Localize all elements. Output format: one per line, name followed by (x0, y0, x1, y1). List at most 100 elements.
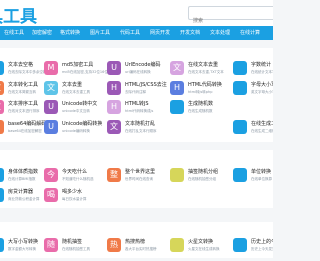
tool-desc: 在线文本去重,TXT文本 (188, 70, 224, 74)
tool-desc: 在线单位换算 (251, 177, 272, 181)
tool-desc: html转js转php (188, 90, 213, 94)
tool-title: 今天吃什么 (62, 169, 88, 175)
tool-icon: H (170, 81, 184, 95)
tool-desc: html代码转换成js (125, 109, 154, 113)
tool-icon: U (44, 100, 58, 114)
tool-icon (233, 168, 247, 182)
tool-card[interactable]: 单位转换在线单位换算 (233, 168, 273, 191)
tool-title: Unicode转中文 (62, 101, 98, 107)
tool-title: 字母大小写转换 (251, 82, 273, 88)
header: 具工具 (0, 0, 273, 27)
tool-desc: 去除代码注释 (125, 90, 146, 94)
tool-icon (0, 188, 4, 202)
tool-title: 火星文转换 (188, 239, 214, 245)
tool-icon (0, 238, 4, 252)
tool-icon: 热 (107, 238, 121, 252)
tool-icon: 今 (44, 168, 58, 182)
tool-title: 整个世界这里 (125, 169, 156, 175)
tool-title: 热搜热榜 (125, 239, 146, 245)
tool-title: 在线生成二维码 (251, 121, 273, 127)
tool-desc: 英文字母大小写在线转换 (251, 90, 273, 94)
tool-desc: 在线生成随机数 (188, 109, 213, 113)
tool-icon: 文 (0, 100, 4, 114)
tool-icon (0, 168, 4, 182)
tool-card[interactable]: U Unicode编码转换 unicode编码转换 (44, 120, 110, 143)
tool-title: 随机抽签 (62, 239, 83, 245)
nav-item[interactable]: 在线工具 (4, 26, 24, 40)
site-logo[interactable]: 具工具 (0, 2, 37, 27)
tool-desc: 在线随机抽签工具 (62, 247, 90, 251)
tool-title: Unicode编码转换 (62, 121, 103, 127)
tool-section: 大写小写转换 数字金额大写转换 随随机抽签 在线随机抽签工具 热热搜热榜 各大平台实时… (0, 222, 273, 258)
tool-desc: 世界时间在线查询 (125, 177, 153, 181)
tool-title: UrlEncode编码 (125, 62, 161, 68)
tool-title: 抽签随机分组 (188, 169, 219, 175)
nav-bar: 在线工具 加密解密 格式转换 图片工具 代码工具 网页开发 开发文档 文本处理 … (0, 26, 273, 40)
tool-title: 喝多少水 (62, 189, 83, 195)
tool-desc: 在线打乱文本行顺序 (125, 129, 157, 133)
tool-title: 文本随机打乱 (125, 121, 156, 127)
tool-desc: unicode中文互转 (62, 109, 90, 113)
tool-card[interactable]: 文文本随机打乱 在线打乱文本行顺序 (107, 120, 173, 143)
nav-item[interactable]: 图片工具 (90, 26, 110, 40)
tool-icon (233, 61, 247, 75)
tool-section: 文本去空格 在线去除文本中多余空格 Mmd5加密工具 md5在线加密,支持32位16… (0, 48, 273, 142)
tool-title: 在线文本去重 (188, 62, 219, 68)
tool-icon: U (107, 61, 121, 75)
tool-card[interactable]: 抽签随机分组 在线随机抽签分组 (170, 168, 236, 191)
tool-icon: B (0, 120, 4, 134)
tool-title: 生成随机数 (188, 101, 214, 107)
tool-icon (170, 238, 184, 252)
tool-icon: 随 (44, 238, 58, 252)
tool-card[interactable]: 整整个世界这里 世界时间在线查询 (107, 168, 173, 191)
tool-icon: 文 (0, 81, 4, 95)
tool-title: 文本去重 (62, 82, 83, 88)
tool-title: HTML代码转换 (188, 82, 222, 88)
tool-icon: 喝 (44, 188, 58, 202)
tool-card[interactable]: 喝喝多少水每日饮水量计算 (44, 188, 110, 211)
tool-desc: 不知道吃什么随机选 (62, 177, 94, 181)
tool-icon (233, 81, 247, 95)
tool-icon (170, 100, 184, 114)
tool-icon: H (107, 81, 121, 95)
tool-desc: md5在线加密,支持32位16位 (62, 70, 108, 74)
nav-item[interactable]: 文本处理 (210, 26, 230, 40)
tool-icon (0, 61, 4, 75)
tool-icon (170, 168, 184, 182)
tool-desc: 每日饮水量计算 (62, 197, 87, 201)
nav-item[interactable]: 开发文档 (180, 26, 200, 40)
tool-desc: 火星文在线生成转换 (188, 247, 220, 251)
nav-item[interactable]: 网页开发 (150, 26, 170, 40)
nav-item[interactable]: 代码工具 (120, 26, 140, 40)
tool-desc: unicode编码转换 (62, 129, 90, 133)
tool-title: 字数统计 (251, 62, 272, 68)
nav-item[interactable]: 加密解密 (32, 26, 52, 40)
tool-icon: M (44, 61, 58, 75)
tool-title: 历史上的今天 (251, 239, 273, 245)
tool-desc: 在线文本去重工具 (62, 90, 90, 94)
tool-desc: 在线随机抽签分组 (188, 177, 216, 181)
nav-item[interactable]: 格式转换 (60, 26, 80, 40)
tool-card[interactable]: 字母大小写转换英文字母大小写在线转换 (233, 81, 273, 104)
tool-icon: 文 (44, 81, 58, 95)
tool-card[interactable]: 在线生成二维码在线生成二维码图片 (233, 120, 273, 143)
tool-icon: 文 (107, 120, 121, 134)
tool-title: 单位转换 (251, 169, 272, 175)
tool-icon (233, 120, 247, 134)
tool-desc: 各大平台实时热搜榜 (125, 247, 157, 251)
tool-desc: 在线统计文本字数 (251, 70, 273, 74)
search-box (188, 6, 273, 27)
tool-title: HTML/JS/CSS去注 (125, 82, 167, 88)
tool-title: HTML转JS (125, 101, 149, 107)
tool-icon: 整 (107, 168, 121, 182)
tool-icon: U (44, 120, 58, 134)
tool-title: md5加密工具 (62, 62, 94, 68)
tool-desc: 历史上今天发生了什么 (251, 247, 273, 251)
tool-icon: 文 (170, 61, 184, 75)
nav-item[interactable]: 在线计算 (240, 26, 260, 40)
tool-icon (233, 238, 247, 252)
tool-card[interactable]: 生成随机数在线生成随机数 (170, 100, 236, 123)
tool-section: 身体体质指数 在线计算BMI指数 今今天吃什么 不知道吃什么随机选 整整个世界这里世… (0, 150, 273, 208)
tool-desc: url编码在线转换 (125, 70, 151, 74)
tool-desc: 在线生成二维码图片 (251, 129, 273, 133)
